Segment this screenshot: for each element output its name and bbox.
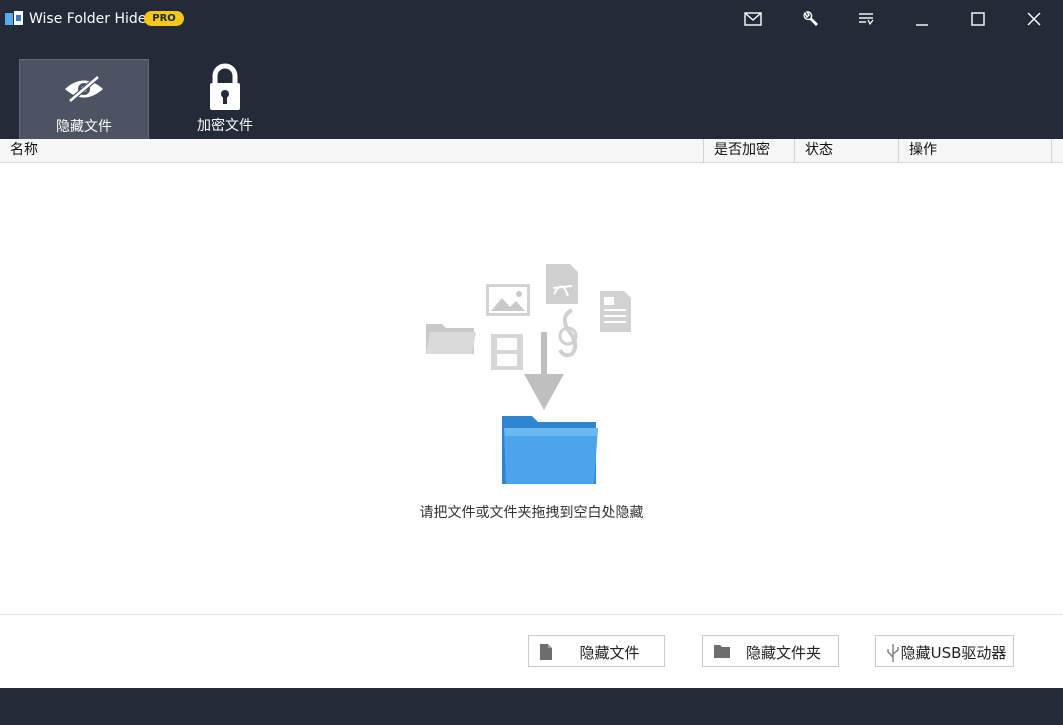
title-bar: Wise Folder Hider PRO bbox=[0, 0, 1063, 38]
lock-icon bbox=[210, 63, 240, 110]
maximize-icon bbox=[971, 12, 985, 26]
document-icon bbox=[600, 291, 631, 332]
hide-usb-button[interactable]: 隐藏USB驱动器 bbox=[875, 635, 1014, 667]
hide-file-button[interactable]: 隐藏文件 bbox=[528, 635, 665, 667]
folder-icon bbox=[502, 416, 598, 484]
divider bbox=[0, 614, 1063, 615]
column-header-name[interactable]: 名称 bbox=[0, 139, 703, 162]
pro-badge: PRO bbox=[144, 11, 184, 26]
minimize-button[interactable] bbox=[904, 4, 940, 34]
tools-button[interactable] bbox=[792, 4, 828, 34]
drop-hint-text: 请把文件或文件夹拖拽到空白处隐藏 bbox=[419, 505, 644, 521]
app-logo-icon bbox=[5, 11, 23, 25]
mail-icon bbox=[744, 12, 762, 26]
film-icon bbox=[491, 334, 523, 370]
tab-label: 加密文件 bbox=[197, 118, 253, 134]
minimize-icon bbox=[916, 24, 928, 26]
app-title: Wise Folder Hider bbox=[29, 11, 153, 27]
column-header-encrypted[interactable]: 是否加密 bbox=[703, 139, 794, 162]
down-arrow-icon bbox=[524, 332, 564, 410]
tab-hide-files[interactable]: 隐藏文件 bbox=[19, 59, 149, 139]
image-icon bbox=[486, 284, 530, 316]
column-header-actions[interactable]: 操作 bbox=[898, 139, 1052, 162]
wrench-icon bbox=[803, 11, 818, 26]
tab-label: 隐藏文件 bbox=[56, 119, 112, 135]
hide-usb-label: 隐藏USB驱动器 bbox=[900, 644, 1007, 662]
table-header: 名称 是否加密 状态 操作 bbox=[0, 139, 1063, 163]
app-header: Wise Folder Hider PRO 隐藏文件 加密文件 bbox=[0, 0, 1063, 139]
eye-hidden-icon bbox=[65, 75, 103, 103]
close-button[interactable] bbox=[1016, 4, 1052, 34]
menu-button[interactable] bbox=[848, 4, 884, 34]
status-bar bbox=[0, 688, 1063, 725]
maximize-button[interactable] bbox=[960, 4, 996, 34]
hide-file-label: 隐藏文件 bbox=[579, 644, 640, 662]
hide-folder-button[interactable]: 隐藏文件夹 bbox=[702, 635, 839, 667]
close-icon bbox=[1027, 12, 1041, 26]
drop-illustration bbox=[426, 264, 631, 484]
folder-outline-icon bbox=[426, 324, 476, 354]
column-header-status[interactable]: 状态 bbox=[794, 139, 898, 162]
music-note-icon bbox=[558, 308, 578, 358]
pdf-icon bbox=[546, 264, 578, 304]
menu-icon bbox=[859, 13, 874, 26]
hide-folder-label: 隐藏文件夹 bbox=[745, 644, 821, 662]
tab-encrypt-files[interactable]: 加密文件 bbox=[160, 59, 290, 139]
feedback-button[interactable] bbox=[735, 4, 771, 34]
